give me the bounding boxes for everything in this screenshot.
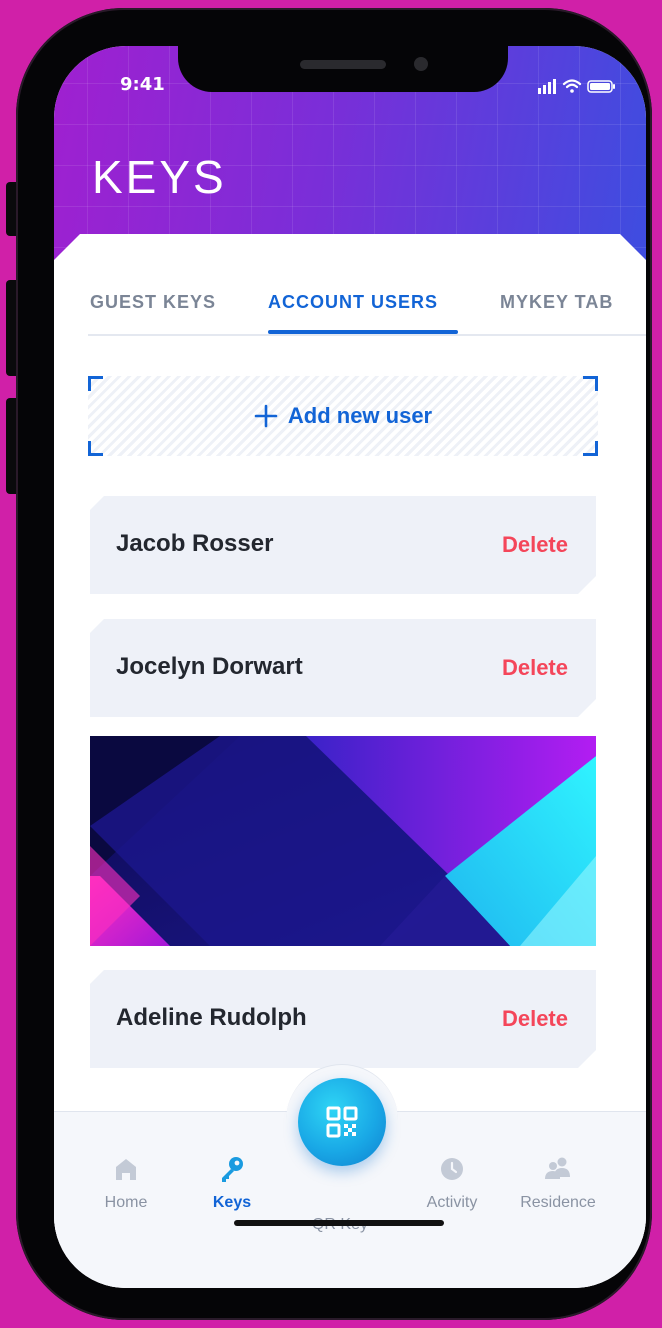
nav-activity-label: Activity	[426, 1194, 478, 1211]
tab-divider	[88, 334, 646, 336]
user-card: Adeline Rudolph Delete	[90, 970, 596, 1068]
banner-graphic	[90, 736, 596, 946]
mute-switch	[6, 182, 16, 236]
signal-icon	[538, 79, 556, 94]
delete-user-button[interactable]: Delete	[502, 532, 568, 558]
delete-user-button[interactable]: Delete	[502, 1006, 568, 1032]
qr-code-icon	[326, 1106, 358, 1138]
key-icon	[222, 1157, 243, 1182]
volume-up-button	[6, 280, 16, 376]
corner-bracket	[583, 441, 598, 456]
corner-bracket	[88, 441, 103, 456]
tab-mykey-tab[interactable]: MYKEY TAB	[500, 292, 613, 313]
nav-keys[interactable]: Keys	[182, 1154, 282, 1212]
bottom-navigation: Home Keys Activity Residence	[54, 1064, 646, 1288]
user-card: Jacob Rosser Delete	[90, 496, 596, 594]
promo-banner-image	[90, 736, 596, 946]
home-indicator	[234, 1220, 444, 1226]
plus-icon	[254, 404, 278, 428]
corner-bracket	[583, 376, 598, 391]
page-title: KEYS	[92, 151, 227, 203]
people-icon	[545, 1157, 570, 1179]
content-panel: GUEST KEYS ACCOUNT USERS MYKEY TAB Add n…	[54, 234, 646, 1288]
user-card: Jocelyn Dorwart Delete	[90, 619, 596, 717]
nav-residence[interactable]: Residence	[508, 1154, 608, 1212]
front-camera	[414, 57, 428, 71]
tab-bar: GUEST KEYS ACCOUNT USERS MYKEY TAB	[54, 234, 646, 338]
nav-residence-label: Residence	[520, 1194, 596, 1211]
home-icon	[116, 1159, 136, 1180]
status-time: 9:41	[120, 74, 165, 95]
app-screen: 9:41 KEYS GUEST KEYS ACCOUNT USERS MYKEY…	[54, 46, 646, 1288]
user-name: Jocelyn Dorwart	[116, 653, 303, 680]
nav-home[interactable]: Home	[76, 1154, 176, 1212]
volume-down-button	[6, 398, 16, 494]
clock-icon	[441, 1158, 463, 1180]
add-new-user-button[interactable]: Add new user	[88, 376, 598, 456]
tab-guest-keys[interactable]: GUEST KEYS	[90, 292, 216, 313]
battery-icon	[587, 80, 615, 93]
user-name: Adeline Rudolph	[116, 1004, 307, 1031]
speaker	[300, 60, 386, 69]
wifi-icon	[562, 79, 582, 93]
corner-bracket	[88, 376, 103, 391]
nav-keys-label: Keys	[212, 1194, 252, 1211]
active-tab-indicator	[268, 330, 458, 334]
status-icons	[538, 79, 615, 94]
qr-key-button[interactable]	[298, 1078, 386, 1166]
user-name: Jacob Rosser	[116, 530, 274, 557]
add-new-user-label: Add new user	[287, 403, 433, 428]
nav-activity[interactable]: Activity	[402, 1154, 502, 1212]
notch	[178, 46, 508, 92]
nav-home-label: Home	[104, 1194, 148, 1211]
tab-account-users[interactable]: ACCOUNT USERS	[268, 292, 438, 313]
delete-user-button[interactable]: Delete	[502, 655, 568, 681]
